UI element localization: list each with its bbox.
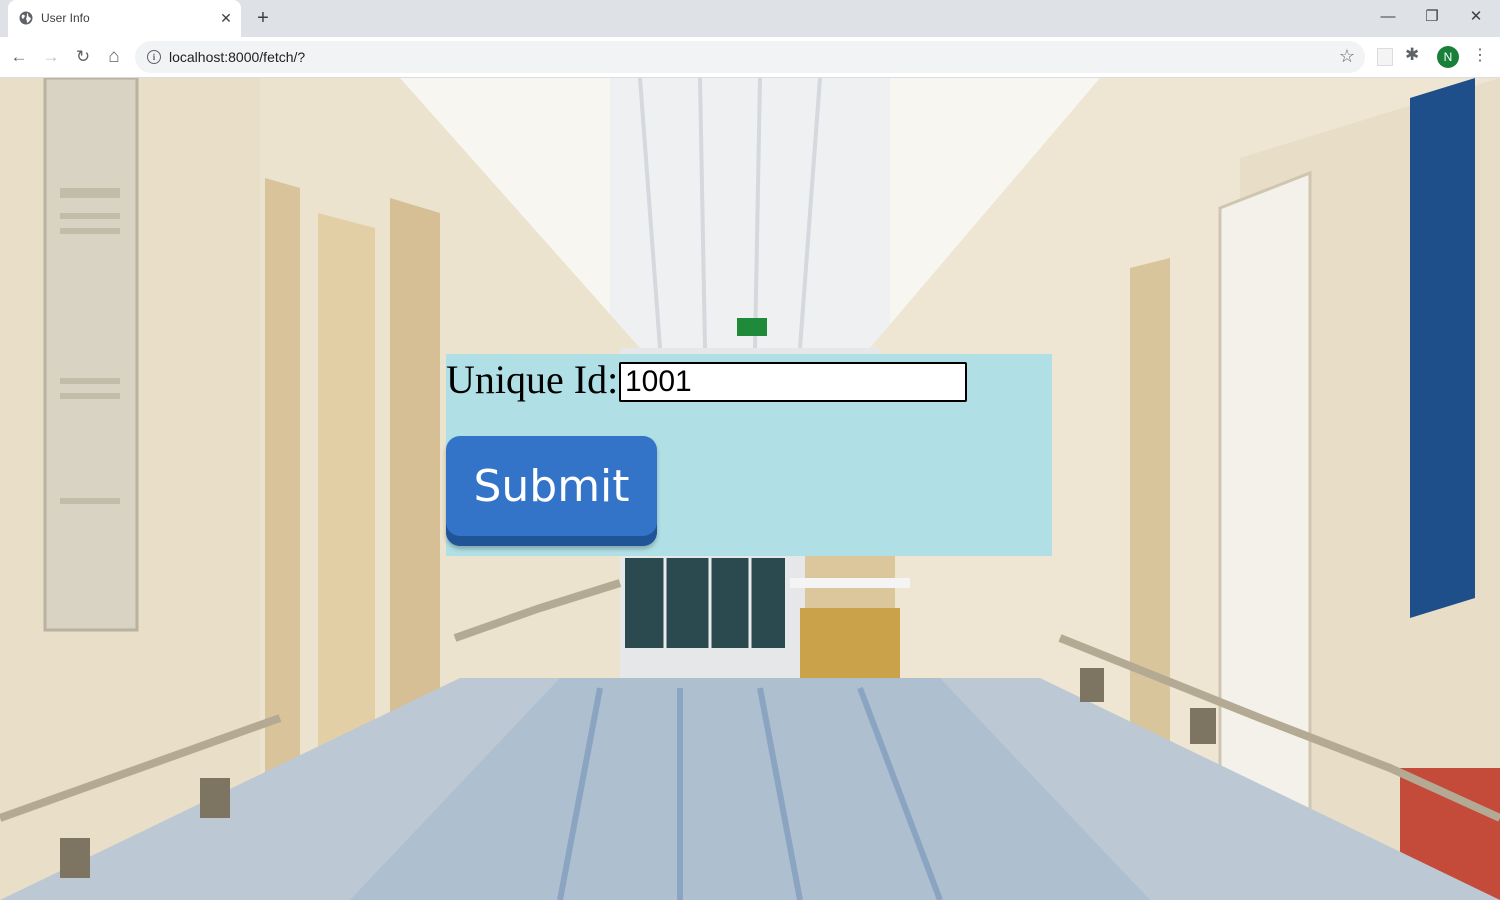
browser-toolbar: ← → ↻ ⌂ i localhost:8000/fetch/? ☆ ✱ N ⋮ [0, 37, 1500, 78]
extensions-puzzle-icon[interactable]: ✱ [1405, 45, 1419, 65]
submit-button[interactable]: Submit [446, 436, 657, 546]
unique-id-input[interactable] [619, 362, 967, 402]
address-bar[interactable]: i localhost:8000/fetch/? ☆ [135, 41, 1365, 73]
tab-user-info[interactable]: User Info ✕ [8, 0, 241, 37]
page-viewport: Unique Id: Submit [0, 78, 1500, 900]
site-info-icon[interactable]: i [147, 50, 161, 64]
url-text[interactable]: localhost:8000/fetch/? [169, 49, 305, 65]
browser-menu-icon[interactable]: ⋮ [1472, 45, 1488, 65]
minimize-icon[interactable]: — [1368, 4, 1408, 30]
tab-strip: User Info ✕ + — ❐ ✕ [0, 0, 1500, 37]
extension-icon[interactable] [1377, 48, 1393, 66]
profile-avatar[interactable]: N [1437, 46, 1459, 68]
back-icon[interactable]: ← [8, 46, 30, 68]
forward-icon[interactable]: → [40, 46, 62, 68]
tab-close-icon[interactable]: ✕ [218, 10, 234, 26]
new-tab-button[interactable]: + [252, 7, 274, 29]
window-close-icon[interactable]: ✕ [1456, 4, 1496, 30]
bookmark-star-icon[interactable]: ☆ [1339, 46, 1355, 67]
restore-icon[interactable]: ❐ [1412, 4, 1452, 30]
reload-icon[interactable]: ↻ [72, 46, 94, 68]
unique-id-label: Unique Id: [446, 357, 619, 402]
tab-title: User Info [41, 11, 90, 25]
fetch-form: Unique Id: Submit [446, 354, 1052, 556]
globe-icon [19, 11, 33, 25]
home-icon[interactable]: ⌂ [103, 46, 125, 68]
